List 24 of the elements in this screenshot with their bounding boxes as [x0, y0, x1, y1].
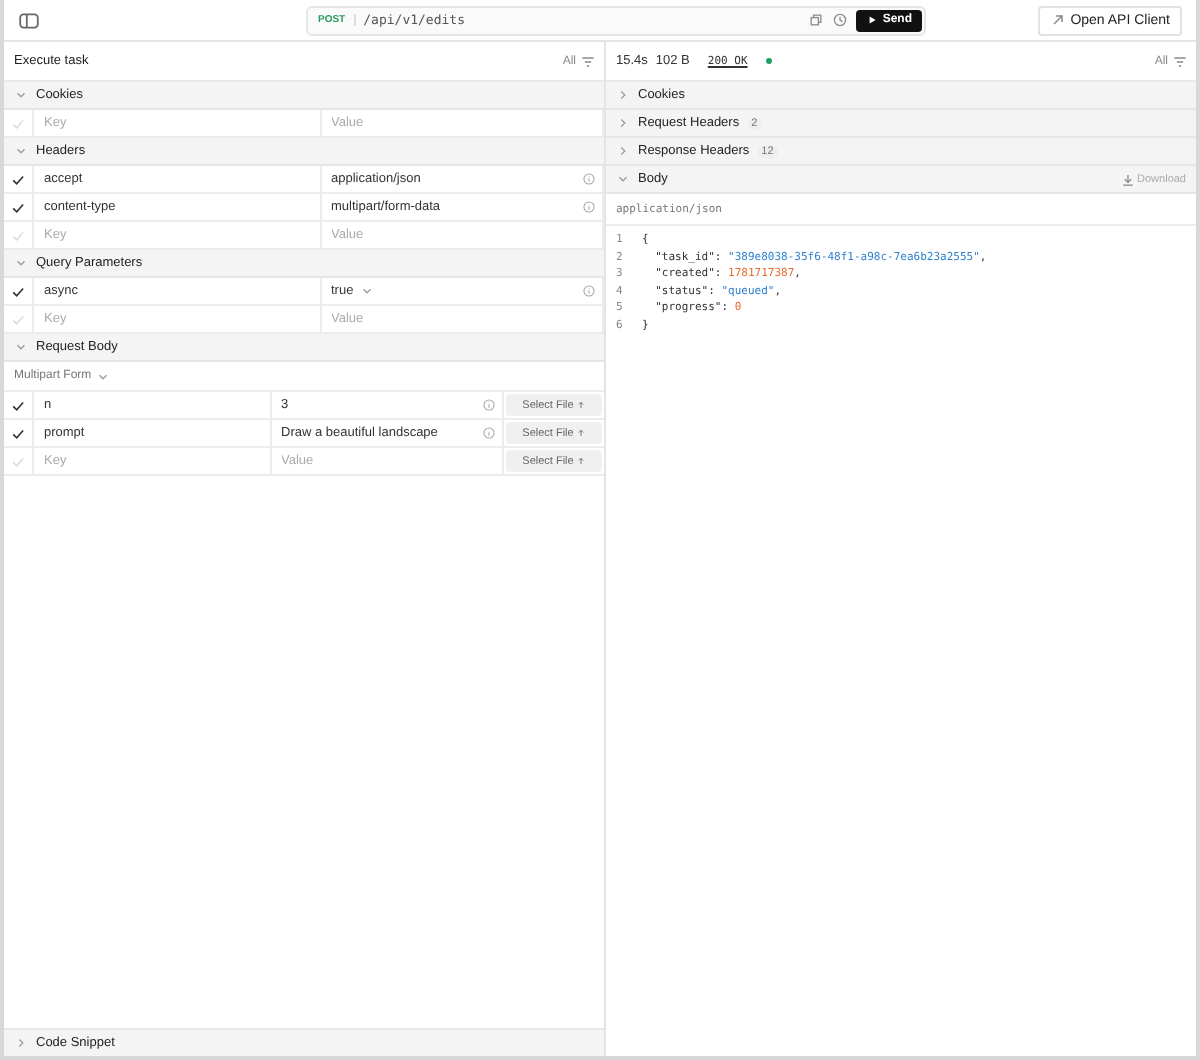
- checkbox-icon[interactable]: [10, 397, 26, 413]
- info-icon[interactable]: [482, 426, 496, 440]
- upload-arrow-icon: [575, 428, 586, 438]
- clock-icon[interactable]: [832, 12, 849, 28]
- checkbox-icon[interactable]: [10, 425, 26, 441]
- chevron-down-icon: [95, 369, 110, 383]
- play-icon: [866, 14, 879, 26]
- chevron-down-icon[interactable]: [359, 284, 374, 298]
- checkbox-icon[interactable]: [10, 171, 26, 187]
- sidebar-toggle-icon[interactable]: [18, 9, 40, 31]
- info-icon[interactable]: [582, 172, 596, 186]
- filter-icon: [1172, 53, 1188, 69]
- info-icon[interactable]: [582, 284, 596, 298]
- filter-icon: [580, 53, 596, 69]
- status-dot: [765, 58, 772, 64]
- upload-arrow-icon: [575, 456, 586, 466]
- upload-arrow-icon: [575, 400, 586, 410]
- info-icon[interactable]: [582, 200, 596, 214]
- checkbox-icon[interactable]: [10, 199, 26, 215]
- arrow-icon: [1050, 12, 1067, 28]
- download-icon: [1119, 171, 1136, 187]
- copy-icon[interactable]: [808, 12, 825, 28]
- checkbox-icon[interactable]: [10, 283, 26, 299]
- info-icon[interactable]: [482, 398, 496, 412]
